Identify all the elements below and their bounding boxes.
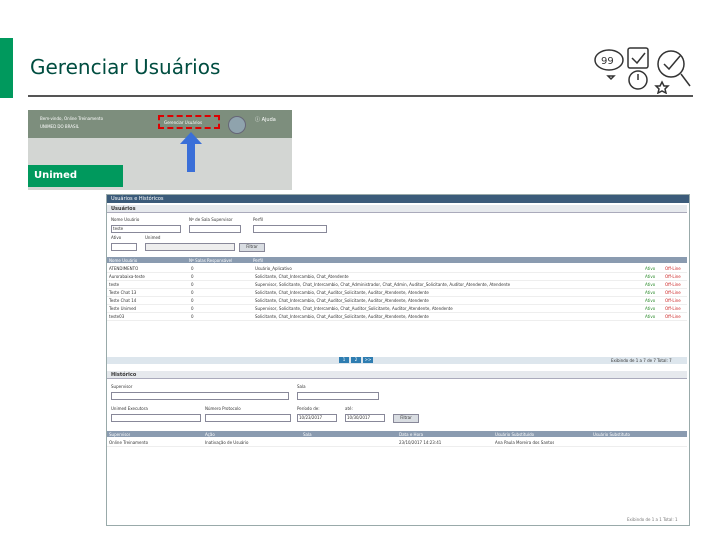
- label-protocolo: Número Protocolo: [205, 406, 241, 411]
- users-table: ATENDIMENTO 0 Usuário_Aplicativo Ativo O…: [107, 265, 687, 351]
- window-title: Usuários e Históricos: [107, 195, 689, 203]
- page-next[interactable]: >>: [363, 357, 373, 363]
- label-sala: Sala: [297, 384, 306, 389]
- label-unimed-exec: Unimed Executora: [111, 406, 148, 411]
- page-title: Gerenciar Usuários: [30, 55, 221, 79]
- col-nome: Nome Usuário: [109, 258, 138, 263]
- label-unimed: Unimed: [145, 235, 161, 240]
- company-text: UNIMED DO BRASIL: [40, 124, 79, 129]
- gerenciar-usuarios-button[interactable]: Gerenciar Usuários: [158, 115, 220, 129]
- ativo-select[interactable]: [111, 243, 137, 251]
- accent-bar: [0, 38, 13, 98]
- title-divider: [28, 95, 693, 97]
- label-nome: Nome Usuário: [111, 217, 140, 222]
- protocolo-input[interactable]: [205, 414, 291, 422]
- table-row[interactable]: Teste Chat 13 0 Solicitante, Chat_Interc…: [107, 289, 687, 297]
- label-perfil: Perfil: [253, 217, 264, 222]
- pager-info: Exibindo de 1 a 7 de 7 Total: 7: [611, 358, 672, 363]
- table-row[interactable]: teste03 0 Solicitante, Chat_Intercambio,…: [107, 313, 687, 321]
- unimed-exec-input[interactable]: [111, 414, 201, 422]
- history-footer: Exibindo de 1 a 1 Total: 1: [627, 517, 678, 522]
- supervisor-input[interactable]: [111, 392, 289, 400]
- date-to-input[interactable]: 10/30/2017: [345, 414, 385, 422]
- label-periodo: Período de:: [297, 406, 320, 411]
- arrow-up-icon: [180, 132, 202, 172]
- table-row[interactable]: ATENDIMENTO 0 Usuário_Aplicativo Ativo O…: [107, 265, 687, 273]
- welcome-text: Bem-vindo, Online Treinamento: [40, 116, 104, 121]
- table-row[interactable]: teste 0 Supervisor, Solicitante, Chat_In…: [107, 281, 687, 289]
- gerenciar-label: Gerenciar Usuários: [164, 120, 203, 125]
- nome-input[interactable]: teste: [111, 225, 181, 233]
- label-supervisor: Supervisor: [111, 384, 133, 389]
- feature-icons: 99: [592, 42, 694, 95]
- users-window: Usuários e Históricos Usuários Nome Usuá…: [106, 194, 690, 526]
- unimed-logo: Unimed: [28, 165, 123, 187]
- history-row[interactable]: Online Treinamento Inativação de Usuário…: [107, 439, 687, 447]
- perfil-select[interactable]: [253, 225, 327, 233]
- filtrar-button[interactable]: Filtrar: [239, 243, 265, 252]
- unimed-input[interactable]: [145, 243, 235, 251]
- table-row[interactable]: Teste Unimed 0 Supervisor, Solicitante, …: [107, 305, 687, 313]
- date-from-input[interactable]: 10/23/2017: [297, 414, 337, 422]
- page-1[interactable]: 1: [339, 357, 349, 363]
- table-row[interactable]: Aurorabaixa-teste 0 Solicitante, Chat_In…: [107, 273, 687, 281]
- page-2[interactable]: 2: [351, 357, 361, 363]
- sair-button[interactable]: [228, 116, 246, 134]
- sala-select[interactable]: [297, 392, 379, 400]
- sala-input[interactable]: [189, 225, 241, 233]
- svg-text:99: 99: [601, 56, 614, 67]
- users-table-header: Nome Usuário Nº Salas Responsável Perfil: [107, 257, 687, 263]
- label-senha: Nº de Sala Supervisor: [189, 217, 233, 222]
- label-ate: até:: [345, 406, 353, 411]
- label-ativo: Ativo: [111, 235, 122, 240]
- table-row[interactable]: Teste Chat 14 0 Solicitante, Chat_Interc…: [107, 297, 687, 305]
- section-historico[interactable]: Histórico: [107, 371, 687, 379]
- pager: 1 2 >> Exibindo de 1 a 7 de 7 Total: 7: [107, 357, 687, 364]
- col-perfil: Perfil: [253, 258, 264, 263]
- section-usuarios[interactable]: Usuários: [107, 205, 687, 213]
- history-table-header: Supervisor Ação Sala Data e Hora Usuário…: [107, 431, 687, 437]
- help-link[interactable]: ⓘ Ajuda: [255, 116, 276, 123]
- col-salas: Nº Salas Responsável: [189, 258, 233, 263]
- filtrar-historico-button[interactable]: Filtrar: [393, 414, 419, 423]
